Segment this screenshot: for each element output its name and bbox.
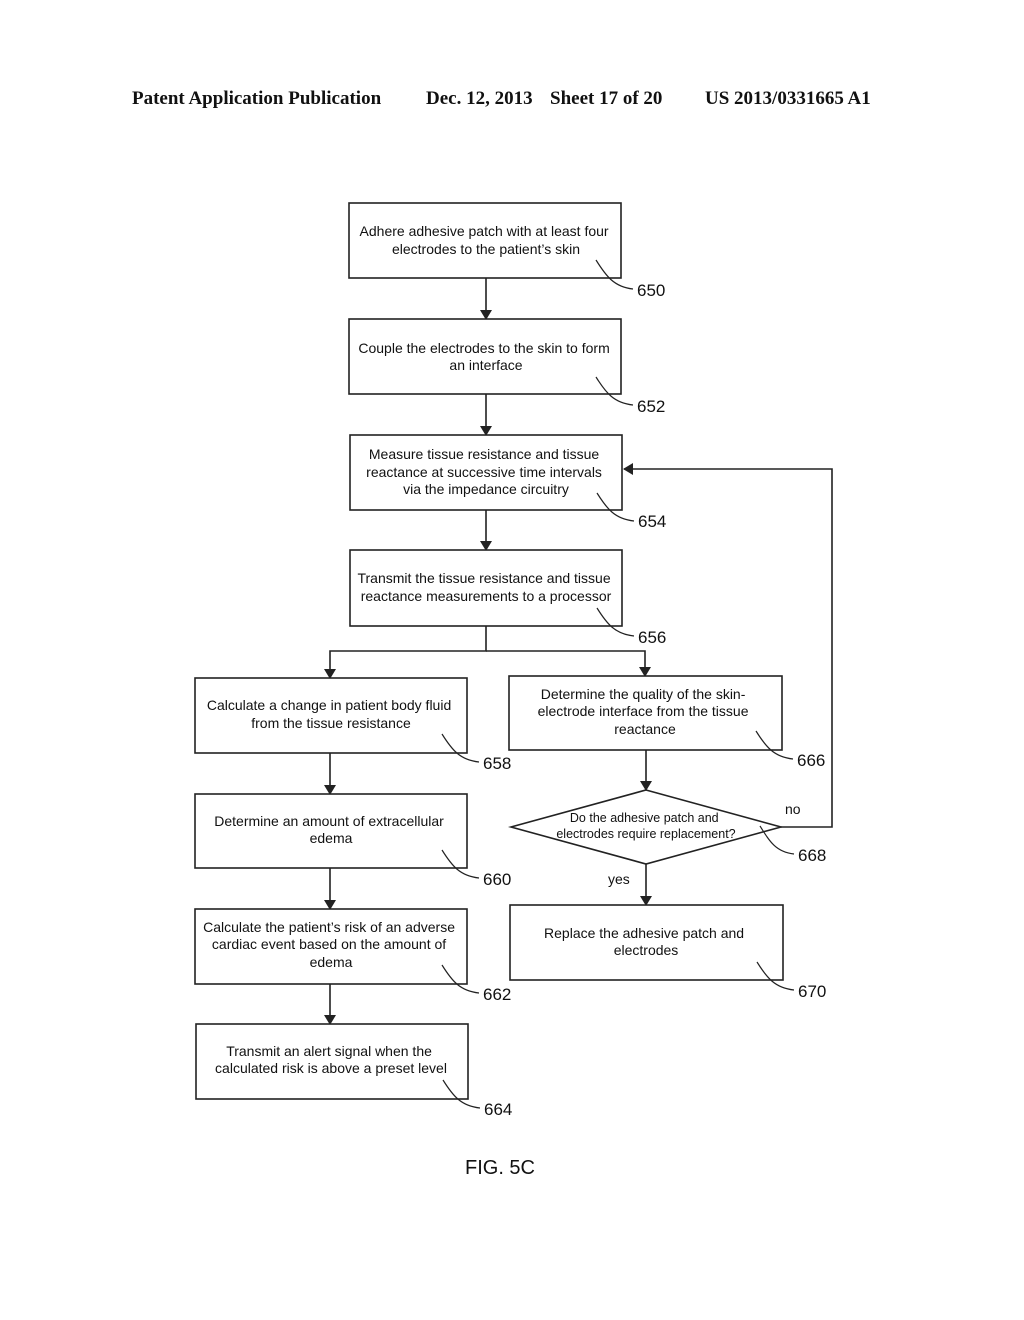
flowchart: Adhere adhesive patch with at least four…: [194, 202, 833, 1179]
ref-656: 656: [638, 628, 666, 647]
step-664-text: Transmit an alert signal when the calcul…: [215, 1043, 447, 1076]
ref-662: 662: [483, 985, 511, 1004]
branch-label-no: no: [785, 801, 801, 817]
arrow-656-666: [486, 650, 651, 677]
ref-658: 658: [483, 754, 511, 773]
ref-660: 660: [483, 870, 511, 889]
ref-650: 650: [637, 281, 665, 300]
ref-668: 668: [798, 846, 826, 865]
ref-654: 654: [638, 512, 666, 531]
branch-label-yes: yes: [608, 871, 630, 887]
figure-label: FIG. 5C: [465, 1157, 535, 1179]
arrow-656-658: [324, 626, 487, 679]
ref-652: 652: [637, 397, 665, 416]
ref-670: 670: [798, 982, 826, 1001]
ref-664: 664: [484, 1100, 512, 1119]
ref-666: 666: [797, 751, 825, 770]
